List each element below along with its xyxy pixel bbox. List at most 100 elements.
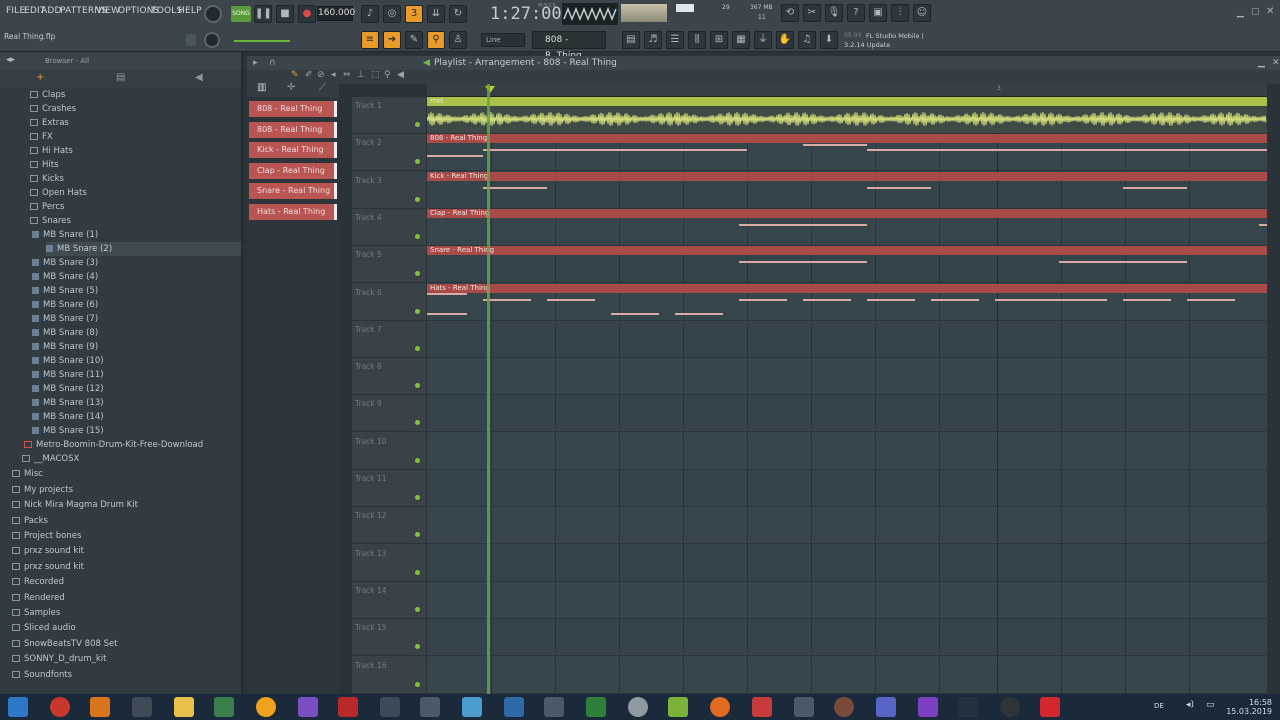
browser-folder[interactable]: Percs — [30, 200, 241, 214]
browser-folder[interactable]: Sliced audio — [12, 621, 241, 635]
settings-app-icon[interactable] — [462, 697, 482, 717]
mixer-icon[interactable]: ⫶ — [891, 4, 909, 22]
twitch-icon[interactable] — [918, 697, 938, 717]
track-header[interactable]: Track 2 — [352, 134, 426, 172]
calculator-icon[interactable] — [132, 697, 152, 717]
browser-folder[interactable]: Crashes — [30, 102, 241, 116]
pl-mute-tool-icon[interactable]: ◂ — [331, 70, 336, 80]
play-button[interactable]: ❚❚ — [254, 5, 272, 23]
fl-studio-icon[interactable] — [256, 697, 276, 717]
bug-app-icon[interactable] — [380, 697, 400, 717]
track-mute-led[interactable] — [415, 681, 420, 687]
browser-folder[interactable]: Kicks — [30, 172, 241, 186]
track-lane[interactable] — [427, 470, 1267, 507]
pattern-clip[interactable]: 808 - Real Thing — [427, 134, 1267, 170]
track-header[interactable]: Track 13 — [352, 545, 426, 582]
track-header[interactable]: Track 15 — [352, 619, 426, 657]
browser-folder[interactable]: prxz sound kit — [12, 544, 241, 558]
browser-folder[interactable]: Misc — [12, 467, 241, 481]
menu-file[interactable]: FILE — [6, 6, 25, 20]
document-app-icon[interactable] — [420, 697, 440, 717]
browser-folder[interactable]: SONNY_D_drum_kit — [12, 652, 241, 666]
track-header[interactable]: Track 4 — [352, 209, 426, 246]
plugin-picker-icon[interactable]: ▦ — [732, 31, 750, 49]
stamp-tool-icon[interactable]: ♙ — [449, 31, 467, 49]
chat-icon[interactable]: ☺ — [913, 4, 931, 22]
track-mute-led[interactable] — [415, 383, 420, 389]
undo-icon[interactable]: ⟲ — [781, 4, 799, 22]
track-lane[interactable] — [427, 395, 1267, 433]
lambda-app-icon[interactable] — [668, 697, 688, 717]
track-lane[interactable] — [427, 432, 1267, 470]
playlist-menu-icon[interactable]: ▸ — [253, 56, 258, 70]
tempo-tap-icon[interactable]: ♫ — [798, 31, 816, 49]
book-app-icon[interactable] — [504, 697, 524, 717]
menu-help[interactable]: HELP — [178, 6, 202, 20]
track-header[interactable]: Track 7 — [352, 321, 426, 358]
browser-file[interactable]: MB Snare (4) — [32, 270, 241, 284]
audio-clip[interactable]: mel — [427, 97, 1267, 133]
steam-icon[interactable] — [958, 697, 978, 717]
track-header[interactable]: Track 12 — [352, 507, 426, 545]
browser-folder[interactable]: Soundfonts — [12, 668, 241, 682]
stop-button[interactable]: ■ — [276, 5, 294, 23]
browser-file[interactable]: MB Snare (6) — [32, 298, 241, 312]
clip-source-item[interactable]: 808 - Real Thing — [249, 101, 337, 117]
browser-file[interactable]: MB Snare (12) — [32, 382, 241, 396]
browser-folder[interactable]: Metro-Boomin-Drum-Kit-Free-Download — [24, 438, 241, 452]
download-icon[interactable]: ⬇ — [820, 31, 838, 49]
system-clock[interactable]: 16:58 15.03.2019 — [1226, 698, 1272, 716]
volume-icon[interactable]: ◂) — [1186, 700, 1194, 710]
cut-icon[interactable]: ✂ — [803, 4, 821, 22]
browser-file[interactable]: MB Snare (13) — [32, 396, 241, 410]
track-mute-led[interactable] — [415, 532, 420, 538]
link-tool-icon[interactable]: ⚲ — [427, 31, 445, 49]
avatar-app-icon[interactable] — [834, 697, 854, 717]
playlist-grid[interactable]: mel 808 - Real Thing Kick - Real Thing Clap… — [427, 97, 1267, 694]
browser-folder[interactable]: Hits — [30, 158, 241, 172]
rd-app-icon[interactable] — [338, 697, 358, 717]
mixer-window-icon[interactable]: ⫼ — [688, 31, 706, 49]
discord-icon[interactable] — [876, 697, 896, 717]
browser-file[interactable]: MB Snare (8) — [32, 326, 241, 340]
playlist-minimize-icon[interactable]: ▁ — [1258, 56, 1265, 70]
clip-source-item[interactable]: Snare - Real Thing — [249, 183, 337, 200]
track-header[interactable]: Track 5 — [352, 246, 426, 284]
browser-folder[interactable]: SnowBeatsTV 808 Set — [12, 637, 241, 651]
folder-icon[interactable]: ▤ — [116, 72, 125, 83]
metronome-icon[interactable]: ♪ — [361, 5, 379, 23]
browser-file[interactable]: MB Snare (15) — [32, 424, 241, 438]
track-mute-led[interactable] — [415, 457, 420, 463]
pattern-clip[interactable]: Clap - Real Thing — [427, 208, 1267, 245]
b-app-icon[interactable] — [1040, 697, 1060, 717]
pl-draw-tool-icon[interactable]: ✎ — [291, 70, 299, 80]
media-app-icon[interactable] — [752, 697, 772, 717]
track-mute-led[interactable] — [415, 308, 420, 314]
pl-playback-tool-icon[interactable]: ◀ — [397, 70, 404, 80]
song-mode-toggle[interactable]: SONG — [231, 6, 251, 22]
pl-slice-tool-icon[interactable]: ⊥ — [357, 70, 365, 80]
track-lane[interactable] — [427, 358, 1267, 396]
record-button[interactable]: ● — [298, 5, 316, 23]
tempo-display[interactable]: 160.000 — [317, 6, 355, 21]
track-lane[interactable] — [427, 545, 1267, 582]
store-icon[interactable] — [214, 697, 234, 717]
browser-folder[interactable]: Rendered — [12, 591, 241, 605]
speaker-icon[interactable]: ◀ — [195, 72, 203, 83]
wait-input-icon[interactable]: ◎ — [383, 5, 401, 23]
browser-folder[interactable]: __MACOSX — [22, 452, 241, 466]
browser-folder[interactable]: Extras — [30, 116, 241, 130]
browser-window-icon[interactable]: ⊞ — [710, 31, 728, 49]
browser-folder[interactable]: Open Hats — [30, 186, 241, 200]
browser-file[interactable]: MB Snare (2) — [46, 242, 241, 256]
browser-folder[interactable]: Packs — [12, 514, 241, 528]
network-icon[interactable]: ▭ — [1206, 700, 1215, 710]
pl-delete-tool-icon[interactable]: ⊘ — [317, 70, 325, 80]
browser-file[interactable]: MB Snare (3) — [32, 256, 241, 270]
playhead[interactable] — [487, 84, 490, 694]
magnet-icon[interactable]: ∩ — [269, 56, 276, 70]
vivaldi-icon[interactable] — [50, 697, 70, 717]
news-subtitle[interactable]: 3.2.14 Update — [844, 41, 890, 49]
cross-icon[interactable]: ✛ — [287, 82, 295, 93]
clip-source-item[interactable]: Hats - Real Thing — [249, 204, 337, 220]
